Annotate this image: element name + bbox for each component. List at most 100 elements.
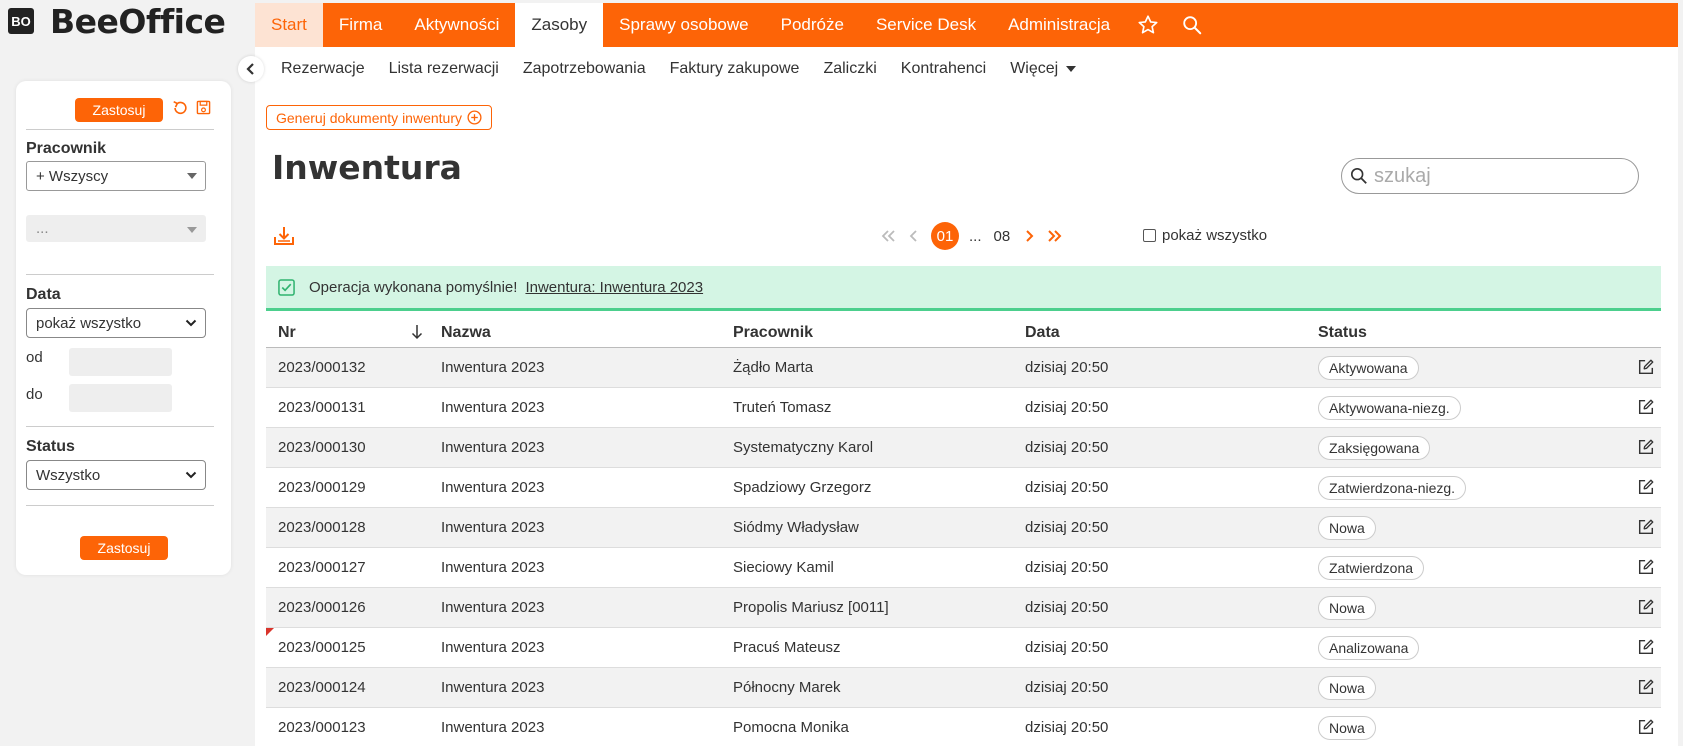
edit-icon[interactable] xyxy=(1637,598,1655,620)
employee-select-value: + Wszyscy xyxy=(36,167,109,185)
cell-name: Inwentura 2023 xyxy=(441,599,545,616)
cell-name: Inwentura 2023 xyxy=(441,679,545,696)
subnav-item-lista-rezerwacji[interactable]: Lista rezerwacji xyxy=(389,60,499,78)
edit-icon[interactable] xyxy=(1637,718,1655,740)
header-nr[interactable]: Nr xyxy=(278,324,296,342)
edit-icon[interactable] xyxy=(1637,398,1655,420)
last-page-icon[interactable] xyxy=(1042,223,1068,249)
logo[interactable]: BO BeeOffice xyxy=(8,0,226,42)
inventory-table: Nr Nazwa Pracownik Data Status 2023/0001… xyxy=(266,318,1661,746)
cell-name: Inwentura 2023 xyxy=(441,639,545,656)
first-page-icon[interactable] xyxy=(875,223,901,249)
status-badge: Zatwierdzona xyxy=(1318,555,1425,580)
date-to-input[interactable] xyxy=(69,384,172,412)
status-filter-label: Status xyxy=(26,438,75,455)
edit-icon[interactable] xyxy=(1637,358,1655,380)
table-row[interactable]: 2023/000127 Inwentura 2023 Sieciowy Kamil d… xyxy=(266,548,1661,588)
collapse-sidebar-button[interactable] xyxy=(238,56,264,82)
cell-employee: Spadziowy Grzegorz xyxy=(733,479,872,496)
show-all-checkbox[interactable] xyxy=(1143,229,1156,242)
top-nav: Start Firma Aktywności Zasoby Sprawy oso… xyxy=(255,3,1678,47)
cell-name: Inwentura 2023 xyxy=(441,519,545,536)
table-row[interactable]: 2023/000123 Inwentura 2023 Pomocna Monika d… xyxy=(266,708,1661,746)
edit-icon[interactable] xyxy=(1637,518,1655,540)
caret-down-icon xyxy=(187,173,197,179)
status-select-value: Wszystko xyxy=(36,466,101,484)
cell-date: dzisiaj 20:50 xyxy=(1025,439,1109,456)
generate-button-label: Generuj dokumenty inwentury xyxy=(276,109,462,126)
table-row[interactable]: 2023/000126 Inwentura 2023 Propolis Marius… xyxy=(266,588,1661,628)
subnav-item-kontrahenci[interactable]: Kontrahenci xyxy=(901,60,986,78)
reset-icon[interactable] xyxy=(171,99,189,122)
export-download-icon[interactable] xyxy=(273,225,295,252)
status-select[interactable]: Wszystko xyxy=(26,460,206,490)
sub-nav: Rezerwacje Lista rezerwacji Zapotrzebowa… xyxy=(281,55,1100,83)
show-all-toggle[interactable]: pokaż wszystko xyxy=(1143,227,1267,244)
header-employee[interactable]: Pracownik xyxy=(733,324,813,342)
sort-desc-icon[interactable] xyxy=(411,324,423,345)
status-badge: Nowa xyxy=(1318,715,1376,740)
table-row[interactable]: 2023/000128 Inwentura 2023 Siódmy Władysła… xyxy=(266,508,1661,548)
nav-item-aktywnosci[interactable]: Aktywności xyxy=(398,3,515,47)
next-page-icon[interactable] xyxy=(1016,223,1042,249)
cell-nr: 2023/000124 xyxy=(278,679,366,696)
table-row[interactable]: 2023/000132 Inwentura 2023 Żądło Marta dzis… xyxy=(266,348,1661,388)
cell-nr: 2023/000126 xyxy=(278,599,366,616)
header-date[interactable]: Data xyxy=(1025,324,1060,342)
subnav-item-zaliczki[interactable]: Zaliczki xyxy=(823,60,876,78)
edit-icon[interactable] xyxy=(1637,478,1655,500)
success-alert: Operacja wykonana pomyślnie! Inwentura: … xyxy=(266,266,1661,311)
nav-item-start[interactable]: Start xyxy=(255,3,323,47)
nav-item-firma[interactable]: Firma xyxy=(323,3,398,47)
prev-page-icon[interactable] xyxy=(901,223,927,249)
last-page-number[interactable]: 08 xyxy=(994,228,1011,245)
search-box[interactable] xyxy=(1341,158,1639,194)
save-icon[interactable] xyxy=(196,100,211,120)
table-header: Nr Nazwa Pracownik Data Status xyxy=(266,318,1661,348)
star-icon[interactable] xyxy=(1126,3,1170,47)
apply-filters-button-bottom[interactable]: Zastosuj xyxy=(80,536,168,560)
header-name[interactable]: Nazwa xyxy=(441,324,491,342)
plus-circle-icon xyxy=(467,110,482,125)
header-status[interactable]: Status xyxy=(1318,324,1367,342)
date-from-input[interactable] xyxy=(69,348,172,376)
alert-link[interactable]: Inwentura: Inwentura 2023 xyxy=(525,279,703,296)
edit-icon[interactable] xyxy=(1637,558,1655,580)
cell-date: dzisiaj 20:50 xyxy=(1025,359,1109,376)
search-icon[interactable] xyxy=(1170,3,1214,47)
current-page[interactable]: 01 xyxy=(931,222,959,250)
table-row[interactable]: 2023/000124 Inwentura 2023 Północny Marek d… xyxy=(266,668,1661,708)
edit-icon[interactable] xyxy=(1637,678,1655,700)
subnav-item-rezerwacje[interactable]: Rezerwacje xyxy=(281,60,365,78)
date-to-label: do xyxy=(26,386,43,403)
table-row[interactable]: 2023/000125 Inwentura 2023 Pracuś Mateusz d… xyxy=(266,628,1661,668)
nav-item-zasoby[interactable]: Zasoby xyxy=(515,3,604,47)
cell-date: dzisiaj 20:50 xyxy=(1025,719,1109,736)
apply-filters-button-top[interactable]: Zastosuj xyxy=(75,98,163,122)
employee-select[interactable]: + Wszyscy xyxy=(26,161,206,191)
nav-item-administracja[interactable]: Administracja xyxy=(992,3,1126,47)
table-row[interactable]: 2023/000130 Inwentura 2023 Systematyczny K… xyxy=(266,428,1661,468)
cell-name: Inwentura 2023 xyxy=(441,559,545,576)
date-from-label: od xyxy=(26,349,43,366)
pagination: 01 ... 08 xyxy=(875,222,1068,250)
status-badge: Aktywowana-niezg. xyxy=(1318,395,1461,420)
generate-inventory-docs-button[interactable]: Generuj dokumenty inwentury xyxy=(266,105,492,130)
nav-item-sprawy-osobowe[interactable]: Sprawy osobowe xyxy=(603,3,764,47)
nav-item-service-desk[interactable]: Service Desk xyxy=(860,3,992,47)
search-icon xyxy=(1350,167,1367,184)
cell-name: Inwentura 2023 xyxy=(441,439,545,456)
date-select[interactable]: pokaż wszystko xyxy=(26,308,206,338)
edit-icon[interactable] xyxy=(1637,438,1655,460)
subnav-more-dropdown[interactable]: Więcej xyxy=(1010,60,1077,78)
nav-item-podroze[interactable]: Podróże xyxy=(765,3,860,47)
subnav-item-faktury-zakupowe[interactable]: Faktury zakupowe xyxy=(670,60,800,78)
table-row[interactable]: 2023/000129 Inwentura 2023 Spadziowy Grzeg… xyxy=(266,468,1661,508)
table-row[interactable]: 2023/000131 Inwentura 2023 Truteń Tomasz dz… xyxy=(266,388,1661,428)
cell-date: dzisiaj 20:50 xyxy=(1025,639,1109,656)
edit-icon[interactable] xyxy=(1637,638,1655,660)
subnav-item-zapotrzebowania[interactable]: Zapotrzebowania xyxy=(523,60,646,78)
date-filter-label: Data xyxy=(26,286,61,303)
caret-down-icon xyxy=(187,227,197,233)
search-input[interactable] xyxy=(1374,164,1624,188)
